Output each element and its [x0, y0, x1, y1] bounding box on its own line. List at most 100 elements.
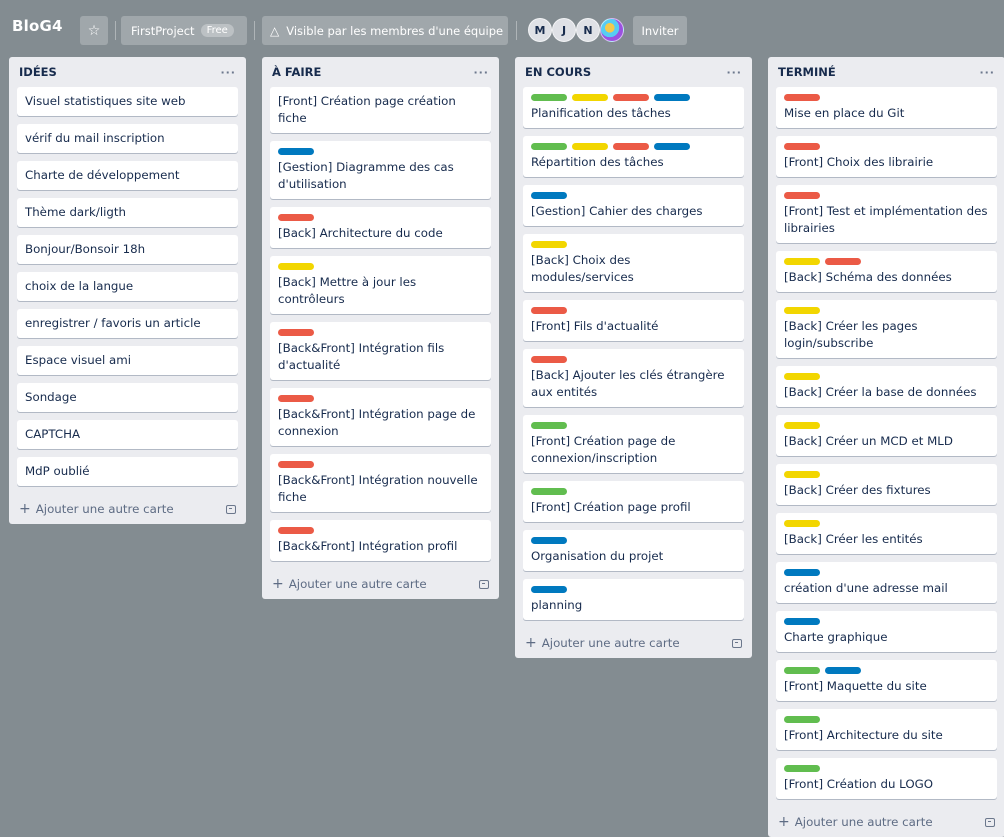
add-card-button[interactable]: + Ajouter une autre carte — [262, 569, 499, 599]
label-red[interactable] — [825, 258, 861, 265]
card[interactable]: [Gestion] Diagramme des cas d'utilisatio… — [270, 141, 491, 199]
label-blue[interactable] — [654, 94, 690, 101]
list-menu-icon[interactable]: ··· — [220, 66, 236, 79]
card[interactable]: [Back&Front] Intégration nouvelle fiche — [270, 454, 491, 512]
card[interactable]: [Front] Création du LOGO — [776, 758, 997, 799]
label-green[interactable] — [784, 667, 820, 674]
visibility-button[interactable]: △ Visible par les membres d'une équipe — [262, 16, 508, 45]
label-red[interactable] — [278, 461, 314, 468]
card[interactable]: [Back&Front] Intégration profil — [270, 520, 491, 561]
card-template-icon[interactable] — [985, 817, 995, 827]
list-title[interactable]: EN COURS — [525, 65, 591, 79]
card[interactable]: Répartition des tâches — [523, 136, 744, 177]
add-card-button[interactable]: + Ajouter une autre carte — [768, 807, 1004, 837]
card[interactable]: [Back] Schéma des données — [776, 251, 997, 292]
card[interactable]: MdP oublié — [17, 457, 238, 486]
card[interactable]: [Back] Créer la base de données — [776, 366, 997, 407]
avatar[interactable]: M — [528, 18, 552, 42]
label-green[interactable] — [531, 143, 567, 150]
label-red[interactable] — [278, 329, 314, 336]
label-red[interactable] — [613, 94, 649, 101]
label-red[interactable] — [784, 192, 820, 199]
label-blue[interactable] — [825, 667, 861, 674]
label-red[interactable] — [278, 527, 314, 534]
label-red[interactable] — [278, 395, 314, 402]
label-blue[interactable] — [654, 143, 690, 150]
card[interactable]: [Front] Maquette du site — [776, 660, 997, 701]
label-yellow[interactable] — [784, 520, 820, 527]
label-blue[interactable] — [531, 586, 567, 593]
card[interactable]: choix de la langue — [17, 272, 238, 301]
label-red[interactable] — [278, 214, 314, 221]
card[interactable]: [Front] Création page profil — [523, 481, 744, 522]
card[interactable]: CAPTCHA — [17, 420, 238, 449]
label-yellow[interactable] — [784, 471, 820, 478]
label-yellow[interactable] — [572, 94, 608, 101]
card[interactable]: Planification des tâches — [523, 87, 744, 128]
card[interactable]: enregistrer / favoris un article — [17, 309, 238, 338]
card[interactable]: Bonjour/Bonsoir 18h — [17, 235, 238, 264]
label-yellow[interactable] — [784, 422, 820, 429]
add-card-button[interactable]: + Ajouter une autre carte — [515, 628, 752, 658]
add-card-link[interactable]: + Ajouter une autre carte — [778, 814, 933, 830]
label-yellow[interactable] — [784, 373, 820, 380]
card[interactable]: [Back] Créer des fixtures — [776, 464, 997, 505]
card-template-icon[interactable] — [479, 579, 489, 589]
list-menu-icon[interactable]: ··· — [726, 66, 742, 79]
card[interactable]: [Back] Créer les pages login/subscribe — [776, 300, 997, 358]
label-yellow[interactable] — [531, 241, 567, 248]
card[interactable]: Visuel statistiques site web — [17, 87, 238, 116]
card[interactable]: [Front] Fils d'actualité — [523, 300, 744, 341]
label-blue[interactable] — [784, 569, 820, 576]
card[interactable]: Sondage — [17, 383, 238, 412]
card[interactable]: [Back] Ajouter les clés étrangère aux en… — [523, 349, 744, 407]
card[interactable]: Organisation du projet — [523, 530, 744, 571]
card[interactable]: vérif du mail inscription — [17, 124, 238, 153]
label-red[interactable] — [784, 143, 820, 150]
card[interactable]: Espace visuel ami — [17, 346, 238, 375]
add-card-link[interactable]: + Ajouter une autre carte — [19, 501, 174, 517]
list-menu-icon[interactable]: ··· — [979, 66, 995, 79]
card[interactable]: [Front] Création page création fiche — [270, 87, 491, 133]
label-yellow[interactable] — [572, 143, 608, 150]
label-yellow[interactable] — [278, 263, 314, 270]
card[interactable]: [Back] Créer les entités — [776, 513, 997, 554]
card[interactable]: [Front] Création page de connexion/inscr… — [523, 415, 744, 473]
label-yellow[interactable] — [784, 307, 820, 314]
label-red[interactable] — [784, 94, 820, 101]
card[interactable]: [Front] Architecture du site — [776, 709, 997, 750]
label-green[interactable] — [784, 716, 820, 723]
card[interactable]: [Back] Créer un MCD et MLD — [776, 415, 997, 456]
board-title[interactable]: BloG4 — [12, 17, 63, 35]
label-red[interactable] — [531, 307, 567, 314]
label-green[interactable] — [531, 422, 567, 429]
label-yellow[interactable] — [784, 258, 820, 265]
card[interactable]: [Back&Front] Intégration page de connexi… — [270, 388, 491, 446]
label-green[interactable] — [784, 765, 820, 772]
card[interactable]: création d'une adresse mail — [776, 562, 997, 603]
label-red[interactable] — [531, 356, 567, 363]
add-card-button[interactable]: + Ajouter une autre carte — [9, 494, 246, 524]
label-green[interactable] — [531, 488, 567, 495]
invite-button[interactable]: Inviter — [633, 16, 687, 45]
avatar[interactable]: N — [576, 18, 600, 42]
card-template-icon[interactable] — [732, 638, 742, 648]
card[interactable]: [Front] Choix des librairie — [776, 136, 997, 177]
star-button[interactable]: ☆ — [80, 16, 108, 45]
avatar[interactable]: J — [552, 18, 576, 42]
card[interactable]: Mise en place du Git — [776, 87, 997, 128]
card[interactable]: Charte graphique — [776, 611, 997, 652]
card[interactable]: [Front] Test et implémentation des libra… — [776, 185, 997, 243]
list-title[interactable]: TERMINÉ — [778, 65, 836, 79]
list-title[interactable]: IDÉES — [19, 65, 57, 79]
label-blue[interactable] — [531, 192, 567, 199]
card[interactable]: Thème dark/ligth — [17, 198, 238, 227]
card[interactable]: [Back] Choix des modules/services — [523, 234, 744, 292]
card[interactable]: [Back] Architecture du code — [270, 207, 491, 248]
add-card-link[interactable]: + Ajouter une autre carte — [272, 576, 427, 592]
label-blue[interactable] — [784, 618, 820, 625]
label-red[interactable] — [613, 143, 649, 150]
label-blue[interactable] — [531, 537, 567, 544]
card[interactable]: [Gestion] Cahier des charges — [523, 185, 744, 226]
list-title[interactable]: À FAIRE — [272, 65, 321, 79]
